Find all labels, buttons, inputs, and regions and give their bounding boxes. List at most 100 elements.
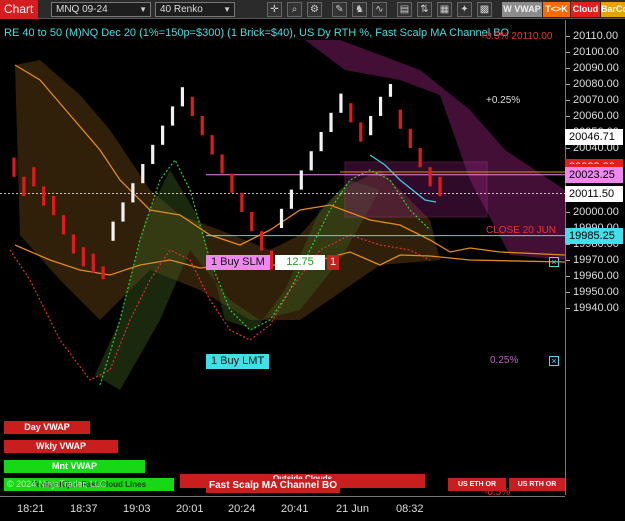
drawing-icon[interactable]: ✎ [332,2,347,17]
time-tick: 18:37 [70,503,98,515]
barco-button[interactable]: BarCo [601,2,625,17]
renko-brick [210,135,214,155]
chart-menu-button[interactable]: Chart [0,0,38,19]
renko-brick [260,231,264,251]
buy-slm-order[interactable]: 1 Buy SLM [206,255,270,270]
fast-scalp-box[interactable]: Fast Scalp MA Channel BO [206,479,340,493]
renko-brick [369,116,373,136]
chart-toolbar: Chart MNQ 09-24 ▼ 40 Renko ▼ ✛ ⌕ ⚙ ✎ ♞ ∿ ▤… [0,0,625,19]
renko-brick [388,84,393,97]
renko-brick [339,93,343,113]
tk-button[interactable]: T<>K [543,2,570,17]
tick-label: 20110.00 [573,30,619,42]
plus-half-pct-label: +0.5% 20110.00 [480,31,553,42]
data-box-icon[interactable]: ▤ [397,2,412,17]
buy-slm-label: 1 Buy SLM [211,256,265,268]
buy-lmt-order[interactable]: 1 Buy LMT [206,354,270,369]
price-tag: 20046.71 [565,129,623,146]
tick-label: 20100.00 [573,46,619,58]
cancel-order-icon[interactable]: × [549,257,559,267]
wvwap-button[interactable]: W VWAP [502,2,542,17]
tick-label: 19950.00 [573,286,619,298]
price-axis[interactable]: 20110.00 20100.00 20090.00 20080.00 20070.00… [565,20,625,495]
time-tick: 21 Jun [336,503,370,515]
tick-mark [566,260,570,261]
day-vwap-box[interactable]: Day VWAP [4,421,90,434]
more-icon[interactable]: ✦ [457,2,472,17]
renko-brick [378,96,383,116]
mnt-vwap-box[interactable]: Mnt VWAP [4,460,145,473]
tick-mark [566,244,570,245]
cloud-button[interactable]: Cloud [571,2,600,17]
renko-brick [32,167,36,187]
wvwap-label: W VWAP [503,4,541,14]
renko-brick [161,125,165,145]
renko-brick [329,112,333,132]
renko-brick [22,176,26,196]
renko-brick [12,157,16,177]
order-count-label: 1 [329,256,337,268]
renko-brick [101,266,105,280]
renko-brick [250,212,254,232]
renko-brick [240,192,244,212]
price-tag: 20011.50 [565,185,623,202]
renko-brick [319,132,323,152]
renko-brick [141,164,145,184]
tick-label: 20090.00 [573,62,619,74]
renko-brick [131,183,135,203]
tick-mark [566,276,570,277]
renko-brick [61,215,66,235]
cloud-label: Cloud [572,4,599,14]
minus-quarter-pct-label: 0.25% [490,355,519,366]
period-selector[interactable]: 40 Renko ▼ [155,2,235,17]
renko-brick [428,167,432,187]
tick-mark [566,292,570,293]
properties-icon[interactable]: ⚙ [307,2,322,17]
renko-brick [180,87,185,107]
price-tag: 19985.25 [565,227,623,244]
renko-brick [121,202,125,222]
zoom-icon[interactable]: ⌕ [287,2,302,17]
renko-brick [408,128,412,148]
renko-brick [230,173,234,193]
chart-trader-icon[interactable]: ⇅ [417,2,432,17]
renko-brick [91,253,95,273]
close-label: CLOSE 20 JUN [486,225,557,236]
crosshair-icon[interactable]: ✛ [267,2,282,17]
tick-mark [566,148,570,149]
renko-brick [279,208,284,228]
barco-label: BarCo [601,4,625,14]
copyright-text: © 2024 NinjaTrader, LLC [7,479,107,489]
grid-icon[interactable]: ▩ [477,2,492,17]
tick-mark [566,116,570,117]
chevron-down-icon: ▼ [223,5,231,14]
renko-brick [269,250,274,270]
time-tick: 20:41 [281,503,309,515]
strategy-icon[interactable]: ♞ [352,2,367,17]
time-tick: 19:03 [123,503,151,515]
indicator-icon[interactable]: ∿ [372,2,387,17]
template-icon[interactable]: ▦ [437,2,452,17]
time-tick: 20:24 [228,503,256,515]
tick-label: 20060.00 [573,110,619,122]
price-tag: 20023.25 [565,166,623,183]
cancel-limit-order-icon[interactable]: × [549,356,559,366]
period-value: 40 Renko [160,4,203,15]
order-qty-box[interactable]: 12.75 [275,255,325,270]
renko-brick [289,189,293,209]
tick-mark [566,100,570,101]
wkly-vwap-box[interactable]: Wkly VWAP [4,440,118,453]
buy-lmt-label: 1 Buy LMT [211,355,265,367]
instrument-selector[interactable]: MNQ 09-24 ▼ [51,2,151,17]
renko-brick [111,221,115,241]
us-eth-or-box[interactable]: US ETH OR [448,478,506,491]
tick-mark [566,84,570,85]
us-rth-or-box[interactable]: US RTH OR [509,478,565,491]
tick-mark [566,308,570,309]
time-tick: 08:32 [396,503,424,515]
time-tick: 18:21 [17,503,45,515]
time-axis[interactable]: 18:21 18:37 19:03 20:01 20:24 20:41 21 J… [0,496,565,521]
renko-brick [170,106,175,126]
tick-mark [566,36,570,37]
order-count-box[interactable]: 1 [327,255,339,270]
